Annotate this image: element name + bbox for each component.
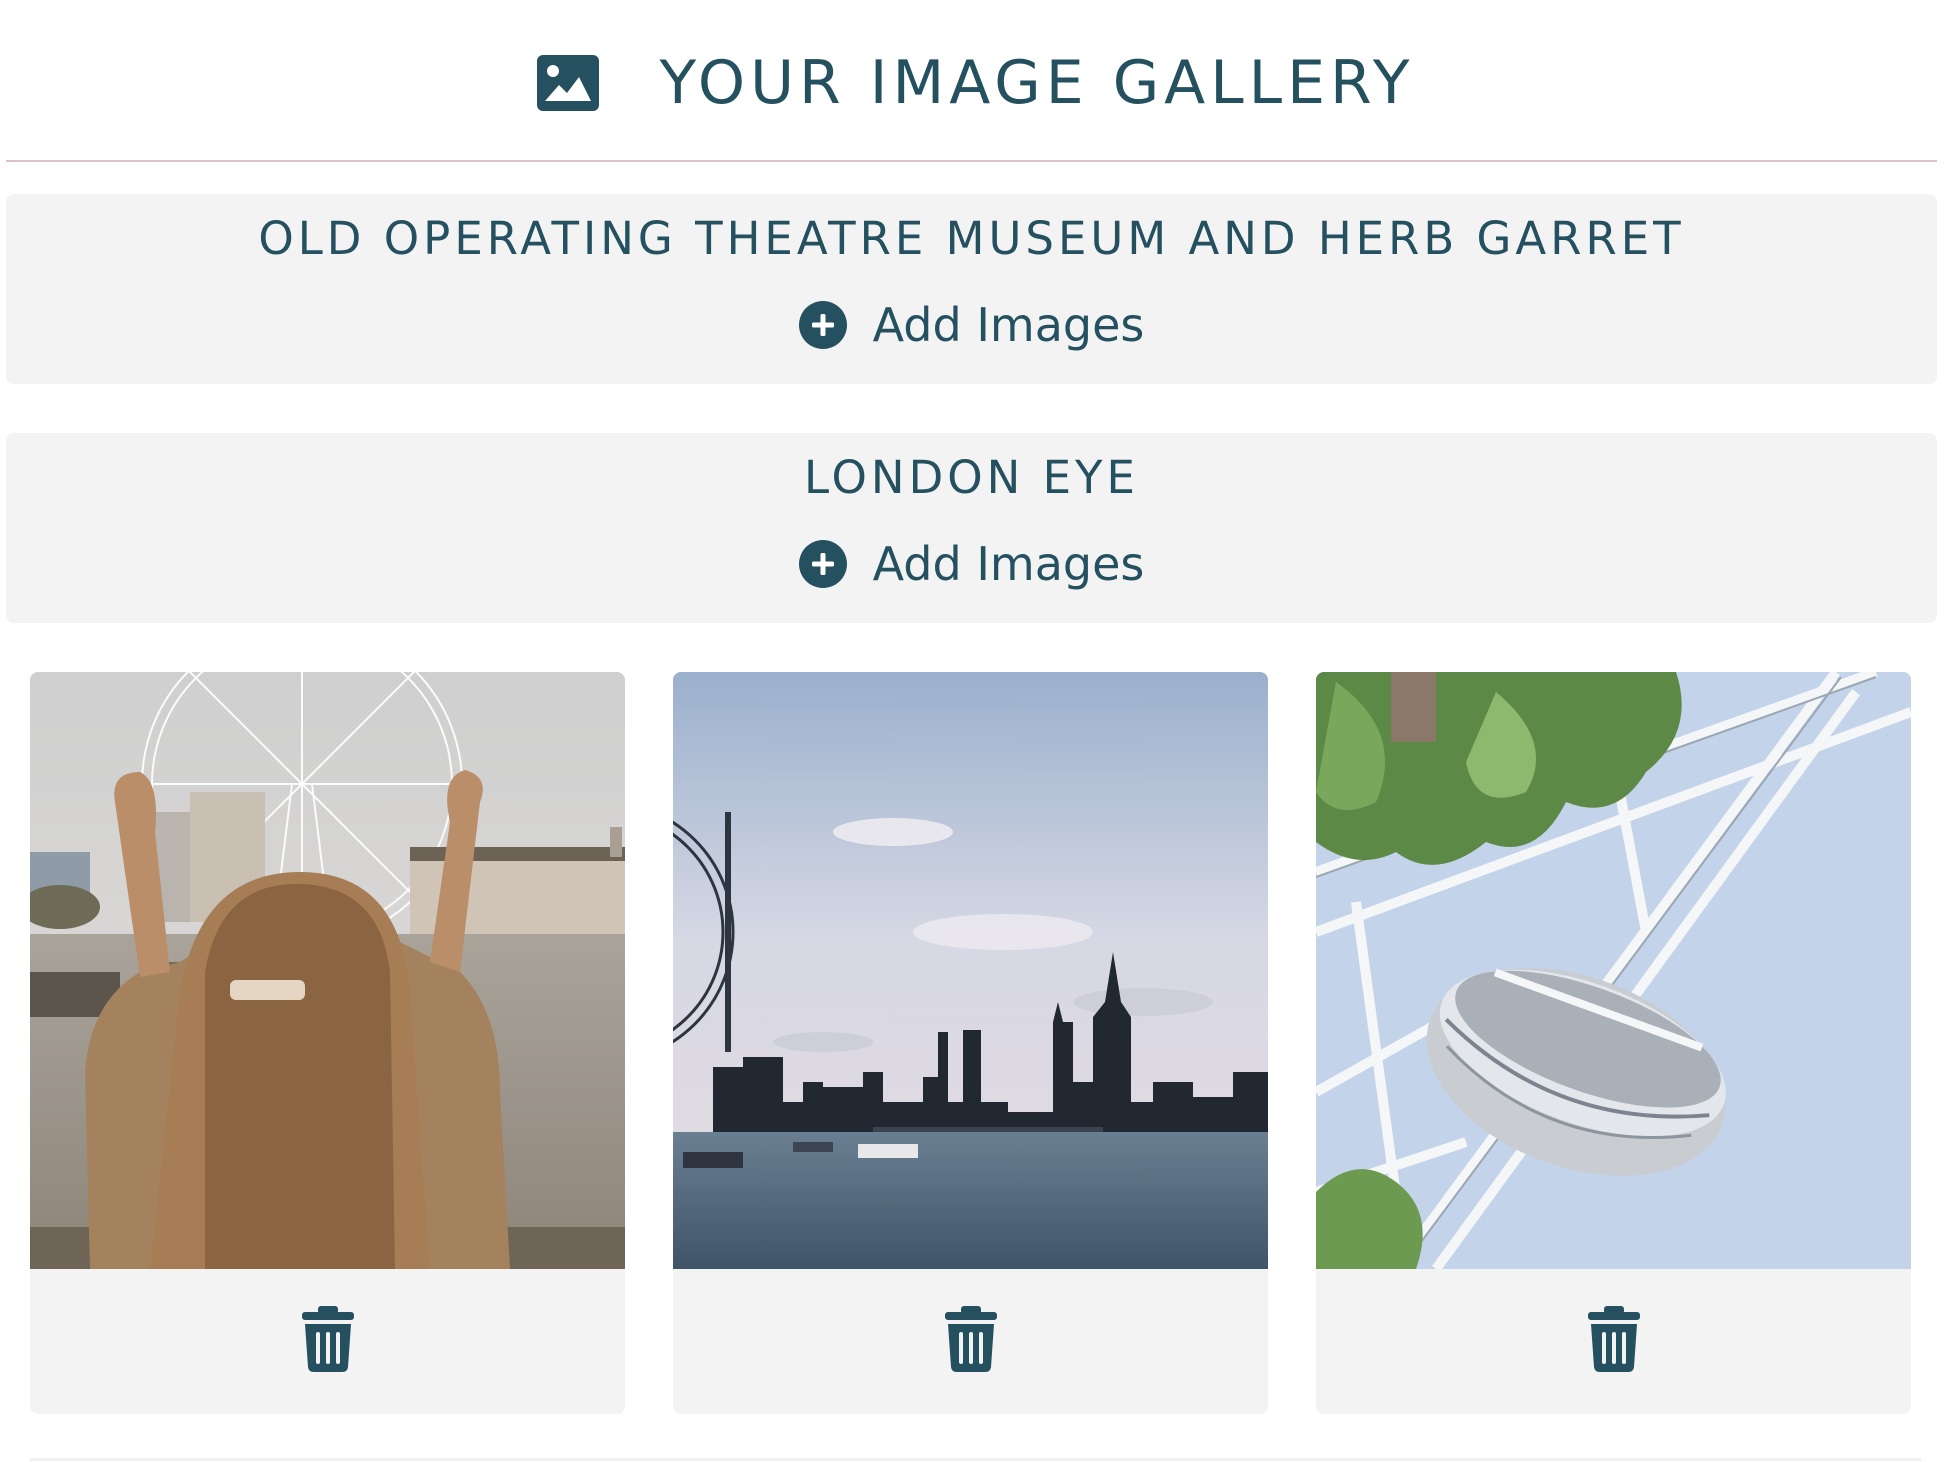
gallery-card [30,672,625,1414]
add-images-label: Add Images [872,298,1145,352]
trash-icon[interactable] [300,1306,356,1372]
section-title: OLD OPERATING THEATRE MUSEUM AND HERB GA… [258,212,1685,265]
add-images-label: Add Images [872,537,1145,591]
gallery-photo [30,672,625,1269]
gallery-photo [1316,672,1911,1269]
plus-circle-icon [798,540,847,588]
trash-icon[interactable] [1586,1306,1642,1372]
gallery-card [673,672,1268,1414]
image-icon [537,55,600,111]
plus-circle-icon [798,301,847,349]
gallery-photo [673,672,1268,1269]
page-title: YOUR IMAGE GALLERY [659,48,1415,118]
section-title: LONDON EYE [804,451,1139,504]
gallery-card [1316,672,1911,1414]
add-images-button[interactable]: Add Images [6,537,1937,591]
header-divider [6,160,1937,162]
trash-icon[interactable] [943,1306,999,1372]
footer-divider [30,1458,1921,1461]
page-header: YOUR IMAGE GALLERY [0,0,1952,162]
location-section-london-eye: LONDON EYE Add Images [6,433,1937,623]
location-section-old-operating-theatre: OLD OPERATING THEATRE MUSEUM AND HERB GA… [6,194,1937,384]
add-images-button[interactable]: Add Images [6,298,1937,352]
